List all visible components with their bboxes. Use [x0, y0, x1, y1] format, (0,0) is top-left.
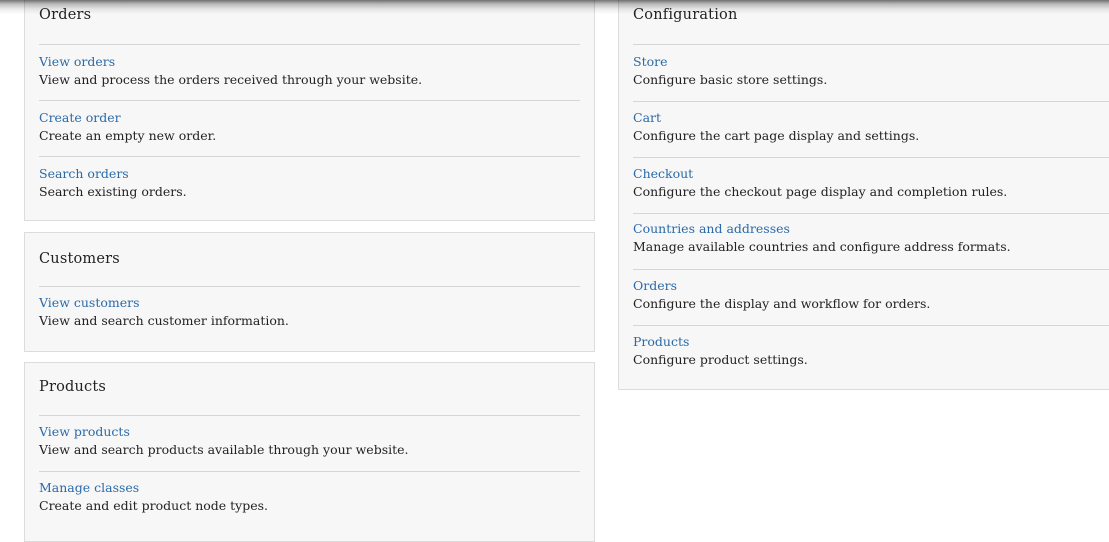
products-panel-title: Products [39, 379, 107, 395]
search-orders-description: Search existing orders. [39, 184, 187, 199]
orders-panel-title: Orders [39, 7, 92, 23]
config-item-store: Store Configure basic store settings. [633, 54, 827, 88]
divider [39, 471, 580, 472]
search-orders-link[interactable]: Search orders [39, 166, 187, 182]
orders-item-create-order: Create order Create an empty new order. [39, 110, 216, 144]
configuration-panel: Configuration Store Configure basic stor… [618, 0, 1109, 390]
view-customers-description: View and search customer information. [39, 313, 289, 328]
divider [39, 415, 580, 416]
config-item-checkout: Checkout Configure the checkout page dis… [633, 166, 1007, 200]
divider [633, 44, 1109, 45]
divider [633, 269, 1109, 270]
view-orders-description: View and process the orders received thr… [39, 72, 423, 87]
view-orders-link[interactable]: View orders [39, 54, 422, 70]
customers-panel-title: Customers [39, 251, 120, 267]
checkout-link[interactable]: Checkout [633, 166, 1007, 182]
divider [633, 325, 1109, 326]
products-settings-description: Configure product settings. [633, 352, 808, 367]
config-item-products: Products Configure product settings. [633, 334, 808, 368]
orders-settings-description: Configure the display and workflow for o… [633, 296, 931, 311]
cart-description: Configure the cart page display and sett… [633, 128, 920, 143]
orders-item-search-orders: Search orders Search existing orders. [39, 166, 187, 200]
countries-and-addresses-link[interactable]: Countries and addresses [633, 221, 1011, 237]
divider [633, 157, 1109, 158]
store-link[interactable]: Store [633, 54, 827, 70]
divider [39, 100, 580, 101]
cart-link[interactable]: Cart [633, 110, 919, 126]
divider [39, 44, 580, 45]
manage-classes-description: Create and edit product node types. [39, 498, 269, 513]
orders-settings-link[interactable]: Orders [633, 278, 930, 294]
divider [39, 156, 580, 157]
orders-item-view-orders: View orders View and process the orders … [39, 54, 422, 88]
divider [633, 101, 1109, 102]
checkout-description: Configure the checkout page display and … [633, 184, 1008, 199]
view-customers-link[interactable]: View customers [39, 295, 289, 311]
create-order-description: Create an empty new order. [39, 128, 217, 143]
config-item-countries-and-addresses: Countries and addresses Manage available… [633, 221, 1011, 255]
store-description: Configure basic store settings. [633, 72, 828, 87]
orders-panel: Orders View orders View and process the … [24, 0, 595, 221]
view-products-description: View and search products available throu… [39, 442, 409, 457]
countries-and-addresses-description: Manage available countries and configure… [633, 239, 1011, 254]
customers-panel: Customers View customers View and search… [24, 232, 595, 352]
view-products-link[interactable]: View products [39, 424, 409, 440]
create-order-link[interactable]: Create order [39, 110, 216, 126]
divider [39, 286, 580, 287]
divider [633, 213, 1109, 214]
configuration-panel-title: Configuration [633, 7, 738, 23]
products-settings-link[interactable]: Products [633, 334, 808, 350]
products-panel: Products View products View and search p… [24, 362, 595, 542]
products-item-view-products: View products View and search products a… [39, 424, 409, 458]
customers-item-view-customers: View customers View and search customer … [39, 295, 289, 329]
config-item-cart: Cart Configure the cart page display and… [633, 110, 919, 144]
manage-classes-link[interactable]: Manage classes [39, 480, 268, 496]
products-item-manage-classes: Manage classes Create and edit product n… [39, 480, 268, 514]
config-item-orders: Orders Configure the display and workflo… [633, 278, 930, 312]
